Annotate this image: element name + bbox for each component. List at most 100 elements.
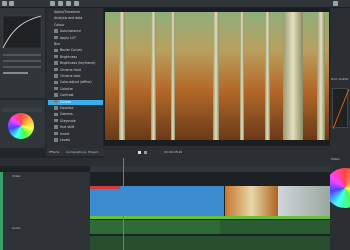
timeline-toolbar (0, 158, 330, 166)
effect-item[interactable]: Apply LUT (48, 36, 103, 41)
effect-item[interactable]: Alpha/Transform (48, 10, 103, 15)
effect-icon (54, 125, 58, 129)
list-icon[interactable] (58, 1, 63, 6)
audio-clip[interactable] (90, 220, 220, 234)
settings-icon[interactable] (74, 1, 79, 6)
effect-label: Curves (60, 99, 72, 104)
effects-list: Alpha/Transform Analysis and data Colour Au… (46, 8, 103, 148)
monitor-toolbar (104, 0, 330, 8)
editor-window: Alpha/Transform Analysis and data Colour Au… (0, 0, 350, 250)
curves-editor[interactable] (0, 8, 45, 98)
video-clip-sky[interactable] (278, 186, 330, 216)
effect-icon (54, 29, 58, 33)
track-headers: Video Audio (0, 172, 90, 250)
effect-label: Alpha/Transform (54, 10, 80, 14)
effect-label: Contrast (60, 93, 74, 98)
tab-compositions[interactable]: Compositions (66, 150, 86, 154)
effect-icon (54, 119, 58, 123)
point-modifier-label: Point modifier (331, 78, 349, 81)
effect-label: Apply LUT (60, 35, 76, 40)
play-icon[interactable] (138, 151, 141, 154)
effect-item[interactable]: Invert (48, 132, 103, 137)
effect-item[interactable]: Color-adjust (affine) (48, 80, 103, 85)
effect-icon (54, 138, 58, 142)
effect-label: Brightness (60, 54, 77, 59)
effect-label: Colour (54, 22, 65, 27)
effect-marker (90, 186, 120, 189)
effect-item[interactable]: Brightness (48, 55, 103, 60)
effect-icon (54, 61, 58, 65)
tree-trunk (283, 12, 303, 140)
timecode[interactable]: 00:00:05:22 (164, 150, 182, 154)
effect-item[interactable]: Hue shift (48, 125, 103, 130)
flatten-label: Flatten (331, 158, 340, 161)
tab-project[interactable]: Project (88, 150, 98, 154)
effect-item[interactable]: Brightness (keyframe) (48, 61, 103, 66)
effect-icon (54, 55, 58, 59)
effect-item[interactable]: Levels (48, 138, 103, 143)
effect-item[interactable]: Curves (48, 99, 103, 105)
tree-trunk (119, 12, 125, 140)
effect-label: Equalise (60, 106, 74, 110)
ruler[interactable] (90, 166, 330, 172)
effect-item[interactable]: Bezier Curves (48, 48, 103, 53)
tree-trunk (317, 12, 325, 140)
effect-icon[interactable] (2, 1, 7, 6)
tab-effects[interactable]: Effects (49, 150, 59, 154)
effect-label: Color-adjust (affine) (60, 80, 92, 85)
video-frame[interactable] (105, 12, 329, 140)
effect-icon (54, 106, 58, 110)
favorite-icon[interactable] (66, 1, 71, 6)
effect-icon (54, 35, 58, 40)
effect-item[interactable]: Gamma (48, 112, 103, 117)
effect-icon (54, 80, 58, 85)
close-icon[interactable] (333, 1, 338, 6)
effect-icon (54, 67, 58, 72)
effect-icon (48, 42, 52, 45)
effect-item[interactable]: Auto balance (48, 29, 103, 34)
effect-item[interactable]: Colorize (48, 87, 103, 92)
track-indicator (0, 172, 3, 250)
effect-label: Invert (60, 131, 70, 136)
effect-icon (54, 93, 58, 97)
effect-item[interactable]: Equalise (48, 106, 103, 111)
effect-item[interactable]: Chroma hold (48, 74, 103, 79)
effect-icon (54, 99, 58, 104)
effect-item[interactable]: Colour (48, 23, 103, 28)
forward-icon[interactable] (144, 151, 147, 154)
tree-trunk (151, 12, 156, 140)
effect-icon (54, 112, 58, 117)
effect-label: Bezier Curves (60, 48, 83, 53)
monitor-controls: 00:00:05:22 (104, 146, 330, 158)
audio-track-label: Audio (12, 226, 21, 230)
audio-level (90, 216, 330, 219)
right-curve[interactable] (332, 88, 350, 130)
effect-icon (54, 87, 58, 91)
effect-item[interactable]: Greyscale (48, 119, 103, 124)
video-clip[interactable] (90, 186, 224, 216)
effect-icon (48, 23, 52, 26)
effect-item[interactable]: Blur (48, 42, 103, 47)
effect-item[interactable]: Analysis and data (48, 16, 103, 21)
audio-clip-2[interactable] (220, 220, 330, 234)
effect-item[interactable]: Chroma Hold (48, 68, 103, 73)
effect-icon (48, 17, 52, 20)
color-wheel[interactable] (8, 113, 34, 139)
video-track-label: Video (12, 174, 21, 178)
playhead[interactable] (123, 158, 124, 250)
effect-label: Gamma (60, 112, 73, 117)
effect-label: Greyscale (60, 118, 76, 123)
effect-label: Hue shift (60, 125, 75, 130)
tree-trunk (240, 12, 244, 140)
effect-item[interactable]: Contrast (48, 93, 103, 98)
effect-icon (54, 131, 58, 136)
search-icon[interactable] (50, 1, 55, 6)
audio-clip-3[interactable] (90, 236, 330, 250)
video-clip-forest[interactable] (225, 186, 278, 216)
curve-graph[interactable] (0, 8, 45, 98)
tree-trunk (213, 12, 219, 140)
effect-label: Analysis and data (54, 16, 83, 21)
tree-trunk (171, 12, 175, 140)
fx-icon[interactable] (9, 1, 14, 6)
effect-icon (54, 48, 58, 53)
